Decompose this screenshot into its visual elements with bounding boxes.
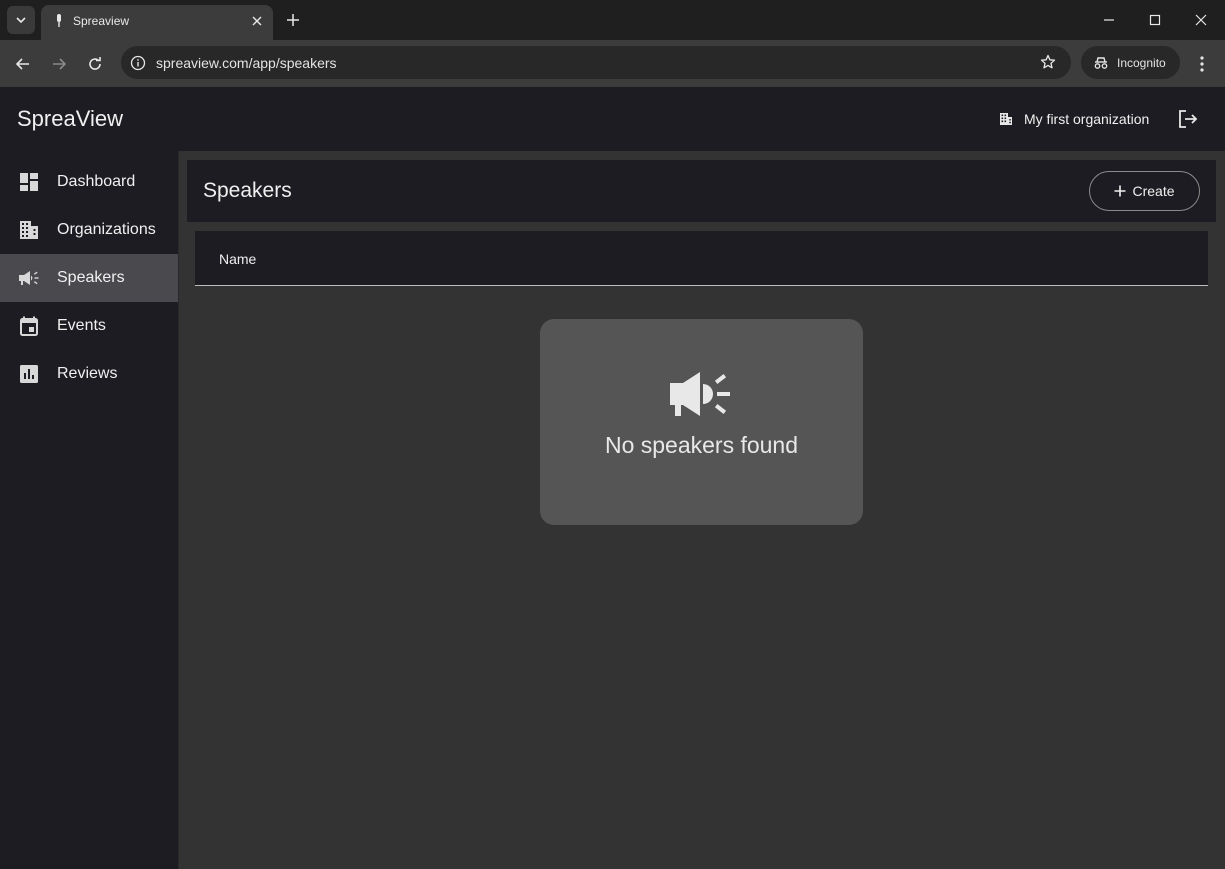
empty-state-card: No speakers found — [540, 319, 863, 525]
organization-selector[interactable]: My first organization — [998, 109, 1149, 129]
column-header-name[interactable]: Name — [219, 251, 256, 267]
megaphone-icon — [670, 369, 732, 419]
app-bar: SpreaView My first organization — [0, 87, 1225, 151]
megaphone-icon — [18, 267, 40, 289]
sidebar-item-label: Organizations — [57, 221, 156, 238]
close-tab-icon[interactable] — [249, 13, 265, 29]
url-text: spreaview.com/app/speakers — [156, 55, 337, 71]
organization-name: My first organization — [1024, 111, 1150, 127]
address-bar[interactable]: spreaview.com/app/speakers — [121, 46, 1071, 79]
logout-icon — [1179, 110, 1198, 128]
sidebar: Dashboard Organizations Speakers Events … — [0, 151, 178, 869]
browser-menu-button[interactable] — [1190, 52, 1214, 76]
sidebar-item-label: Events — [57, 317, 106, 334]
arrow-left-icon — [15, 58, 29, 70]
chevron-down-icon — [16, 17, 26, 24]
browser-titlebar: Spreaview — [0, 0, 1225, 40]
chart-icon — [18, 363, 40, 385]
speakers-table-header: Name — [195, 231, 1208, 286]
back-button[interactable] — [11, 52, 35, 76]
dashboard-icon — [18, 171, 40, 193]
building-icon — [1000, 113, 1012, 125]
sidebar-item-events[interactable]: Events — [0, 302, 178, 350]
calendar-icon — [18, 315, 40, 337]
minimize-button[interactable] — [1097, 8, 1121, 32]
arrow-right-icon — [53, 58, 67, 70]
sidebar-item-reviews[interactable]: Reviews — [0, 350, 178, 398]
microphone-icon — [53, 14, 65, 28]
sidebar-item-organizations[interactable]: Organizations — [0, 206, 178, 254]
page-title: Speakers — [203, 179, 292, 202]
sidebar-divider — [178, 151, 179, 869]
sidebar-item-speakers[interactable]: Speakers — [0, 254, 178, 302]
maximize-button[interactable] — [1143, 8, 1167, 32]
app-root: SpreaView My first organization Dashboar… — [0, 87, 1225, 869]
sidebar-item-label: Reviews — [57, 365, 118, 382]
bookmark-star-icon[interactable] — [1039, 53, 1057, 71]
browser-tab[interactable]: Spreaview — [41, 5, 273, 40]
reload-icon — [89, 57, 101, 70]
incognito-icon — [1092, 54, 1110, 72]
tab-search-button[interactable] — [7, 6, 35, 34]
close-icon — [1195, 14, 1207, 26]
more-vertical-icon — [1200, 56, 1204, 72]
forward-button[interactable] — [47, 52, 71, 76]
page-header: Speakers Create — [187, 160, 1216, 222]
building-icon — [18, 219, 40, 241]
minimize-icon — [1104, 19, 1114, 21]
create-button-label: Create — [1132, 183, 1175, 199]
brand-logo-text[interactable]: SpreaView — [17, 106, 123, 132]
sidebar-item-label: Dashboard — [57, 173, 136, 190]
browser-toolbar: spreaview.com/app/speakers Incognito — [0, 40, 1225, 87]
reload-button[interactable] — [83, 52, 107, 76]
maximize-icon — [1149, 14, 1161, 26]
empty-state-message: No speakers found — [604, 432, 799, 458]
tab-title: Spreaview — [73, 14, 130, 28]
logout-button[interactable] — [1176, 107, 1200, 131]
site-info-icon[interactable] — [129, 54, 147, 72]
plus-icon — [1114, 185, 1126, 197]
close-window-button[interactable] — [1189, 8, 1213, 32]
plus-icon — [287, 14, 299, 26]
create-speaker-button[interactable]: Create — [1089, 171, 1200, 211]
new-tab-button[interactable] — [283, 10, 303, 30]
incognito-label: Incognito — [1117, 56, 1166, 70]
sidebar-item-dashboard[interactable]: Dashboard — [0, 158, 178, 206]
incognito-chip[interactable]: Incognito — [1081, 46, 1180, 79]
sidebar-item-label: Speakers — [57, 269, 125, 286]
